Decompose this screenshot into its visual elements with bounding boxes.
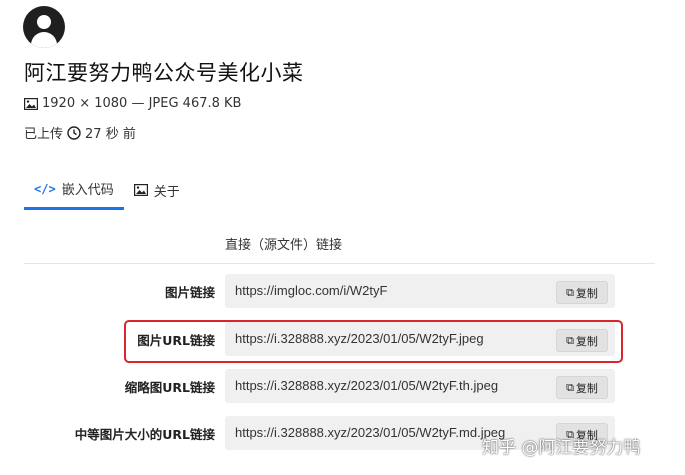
copy-icon: ⧉ xyxy=(566,380,574,394)
uploaded-time: 27 秒 前 xyxy=(85,127,136,142)
link-label: 缩略图URL链接 xyxy=(124,380,215,395)
tab-embed-code[interactable]: </> 嵌入代码 xyxy=(24,170,124,210)
user-avatar-icon[interactable] xyxy=(23,6,65,48)
image-icon xyxy=(133,184,148,196)
tab-about[interactable]: 关于 xyxy=(124,170,190,210)
tab-bar: </> 嵌入代码 关于 xyxy=(24,170,190,210)
copy-icon: ⧉ xyxy=(566,285,574,299)
uploaded-label: 已上传 xyxy=(24,127,64,142)
clock-icon xyxy=(67,125,81,140)
direct-link-heading: 直接（源文件）链接 xyxy=(225,238,343,253)
link-url[interactable]: https://imgloc.com/i/W2tyF xyxy=(235,283,387,298)
page-title: 阿江要努力鸭公众号美化小菜 xyxy=(24,61,304,85)
link-url[interactable]: https://i.328888.xyz/2023/01/05/W2tyF.md… xyxy=(235,425,505,440)
upload-time: 已上传 27 秒 前 xyxy=(24,123,136,142)
link-label: 图片链接 xyxy=(164,285,215,300)
highlight-box xyxy=(124,320,623,363)
code-icon: </> xyxy=(34,181,56,196)
tab-about-label: 关于 xyxy=(153,184,180,200)
link-row: 缩略图URL链接 https://i.328888.xyz/2023/01/05… xyxy=(0,369,685,403)
watermark: 知乎 @阿江要努力鸭 xyxy=(482,438,641,458)
link-url[interactable]: https://i.328888.xyz/2023/01/05/W2tyF.th… xyxy=(235,378,498,393)
copy-button[interactable]: ⧉ 复制 xyxy=(556,376,608,399)
link-label: 中等图片大小的URL链接 xyxy=(74,427,215,442)
copy-label: 复制 xyxy=(575,381,598,395)
tab-embed-code-label: 嵌入代码 xyxy=(61,183,114,198)
copy-button[interactable]: ⧉ 复制 xyxy=(556,281,608,304)
link-row: 图片链接 https://imgloc.com/i/W2tyF ⧉ 复制 xyxy=(0,274,685,308)
copy-label: 复制 xyxy=(575,286,598,300)
image-meta: 1920 × 1080 — JPEG 467.8 KB xyxy=(24,96,241,111)
divider xyxy=(24,263,655,264)
image-icon xyxy=(24,97,38,110)
image-meta-text: 1920 × 1080 — JPEG 467.8 KB xyxy=(42,96,242,111)
